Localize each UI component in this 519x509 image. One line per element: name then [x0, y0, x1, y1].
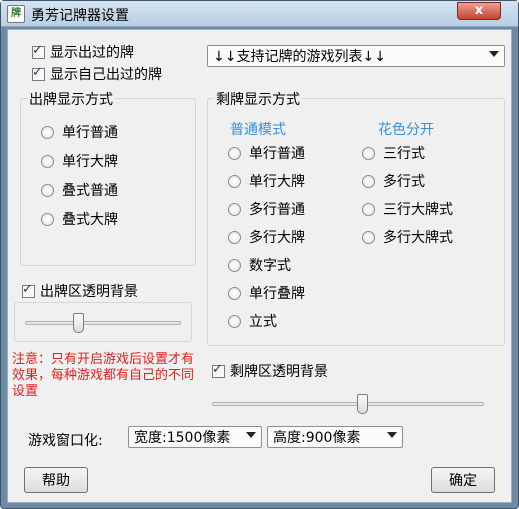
- radio-label: 单行普通: [62, 125, 118, 141]
- out-transparent-label: 出牌区透明背景: [40, 284, 138, 300]
- show-self-played-label: 显示自己出过的牌: [50, 67, 162, 83]
- radio-icon: [41, 212, 54, 226]
- left-radio-numeric[interactable]: 数字式: [228, 255, 291, 275]
- left-slider-thumb[interactable]: [357, 394, 368, 414]
- checkbox-icon: ✓: [212, 362, 225, 378]
- left-radio-single-stack[interactable]: 单行叠牌: [228, 283, 305, 303]
- out-radio-single-normal[interactable]: 单行普通: [41, 122, 118, 142]
- windowize-label: 游戏窗口化:: [28, 433, 103, 449]
- radio-icon: [41, 125, 54, 139]
- out-slider-frame: [14, 302, 192, 342]
- height-value: 高度:900像素: [273, 430, 361, 446]
- height-dropdown[interactable]: 高度:900像素: [267, 426, 403, 448]
- normal-mode-heading: 普通模式: [230, 122, 286, 138]
- chevron-down-icon: [246, 432, 256, 438]
- out-slider-track[interactable]: [25, 321, 181, 325]
- radio-label: 三行式: [383, 146, 425, 162]
- checkbox-icon: ✓: [32, 43, 45, 59]
- out-display-title: 出牌显示方式: [27, 89, 115, 109]
- radio-icon: [362, 202, 375, 216]
- left-transparent-checkbox[interactable]: ✓ 剩牌区透明背景: [212, 361, 328, 381]
- close-button[interactable]: x: [457, 2, 501, 20]
- radio-label: 数字式: [249, 258, 291, 274]
- chevron-down-icon: [489, 51, 499, 57]
- radio-label: 立式: [249, 314, 277, 330]
- game-list-value: ↓↓支持记牌的游戏列表↓↓: [213, 49, 386, 65]
- suit-radio-three-row[interactable]: 三行式: [362, 143, 425, 163]
- left-radio-multi-normal[interactable]: 多行普通: [228, 199, 305, 219]
- out-display-group: 出牌显示方式 单行普通 单行大牌 叠式普通 叠式大牌: [20, 89, 196, 266]
- out-radio-stack-large[interactable]: 叠式大牌: [41, 209, 118, 229]
- title-bar[interactable]: 牌 勇芳记牌器设置 x: [1, 1, 518, 27]
- left-radio-multi-large[interactable]: 多行大牌: [228, 227, 305, 247]
- checkbox-icon: ✓: [32, 65, 45, 81]
- app-icon: 牌: [7, 5, 25, 23]
- radio-icon: [228, 202, 241, 216]
- left-display-group: 剩牌显示方式 普通模式 花色分开 单行普通 单行大牌 多行普通 多行大牌 数字式…: [207, 89, 505, 346]
- client-area: ✓ 显示出过的牌 ✓ 显示自己出过的牌 ↓↓支持记牌的游戏列表↓↓ 出牌显示方式…: [7, 29, 512, 503]
- suit-radio-multi-row[interactable]: 多行式: [362, 171, 425, 191]
- settings-window: 牌 勇芳记牌器设置 x ✓ 显示出过的牌 ✓ 显示自己出过的牌 ↓↓支持记牌的游…: [0, 0, 519, 509]
- radio-label: 多行大牌: [249, 230, 305, 246]
- radio-icon: [362, 230, 375, 244]
- game-list-dropdown[interactable]: ↓↓支持记牌的游戏列表↓↓: [207, 45, 505, 67]
- out-slider-thumb[interactable]: [73, 313, 84, 333]
- out-radio-single-large[interactable]: 单行大牌: [41, 151, 118, 171]
- show-self-played-checkbox[interactable]: ✓ 显示自己出过的牌: [32, 64, 162, 84]
- suit-radio-multi-row-large[interactable]: 多行大牌式: [362, 227, 453, 247]
- radio-label: 多行大牌式: [383, 230, 453, 246]
- radio-icon: [228, 258, 241, 272]
- checkbox-icon: ✓: [22, 282, 35, 298]
- radio-label: 三行大牌式: [383, 202, 453, 218]
- left-slider-track[interactable]: [212, 402, 484, 406]
- chevron-down-icon: [387, 432, 397, 438]
- left-transparent-label: 剩牌区透明背景: [230, 364, 328, 380]
- radio-label: 单行叠牌: [249, 286, 305, 302]
- radio-icon: [41, 154, 54, 168]
- radio-label: 单行大牌: [249, 174, 305, 190]
- window-title: 勇芳记牌器设置: [31, 8, 129, 24]
- radio-icon: [362, 174, 375, 188]
- width-value: 宽度:1500像素: [134, 430, 231, 446]
- suit-mode-heading: 花色分开: [378, 122, 434, 138]
- radio-label: 多行普通: [249, 202, 305, 218]
- left-display-title: 剩牌显示方式: [214, 89, 302, 109]
- out-radio-stack-normal[interactable]: 叠式普通: [41, 180, 118, 200]
- radio-icon: [228, 146, 241, 160]
- warning-note: 注意：只有开启游戏后设置才有效果，每种游戏都有自己的不同设置: [12, 352, 195, 399]
- radio-label: 多行式: [383, 174, 425, 190]
- radio-label: 单行大牌: [62, 154, 118, 170]
- left-radio-vertical[interactable]: 立式: [228, 311, 277, 331]
- width-dropdown[interactable]: 宽度:1500像素: [128, 426, 262, 448]
- out-transparent-checkbox[interactable]: ✓ 出牌区透明背景: [22, 281, 138, 301]
- radio-icon: [41, 183, 54, 197]
- left-radio-single-large[interactable]: 单行大牌: [228, 171, 305, 191]
- radio-icon: [228, 230, 241, 244]
- radio-icon: [228, 174, 241, 188]
- radio-label: 单行普通: [249, 146, 305, 162]
- left-radio-single-normal[interactable]: 单行普通: [228, 143, 305, 163]
- show-played-checkbox[interactable]: ✓ 显示出过的牌: [32, 42, 134, 62]
- show-played-label: 显示出过的牌: [50, 45, 134, 61]
- help-button[interactable]: 帮助: [24, 467, 88, 493]
- radio-icon: [362, 146, 375, 160]
- radio-icon: [228, 314, 241, 328]
- radio-icon: [228, 286, 241, 300]
- radio-label: 叠式普通: [62, 183, 118, 199]
- radio-label: 叠式大牌: [62, 212, 118, 228]
- ok-button[interactable]: 确定: [431, 467, 495, 493]
- suit-radio-three-row-large[interactable]: 三行大牌式: [362, 199, 453, 219]
